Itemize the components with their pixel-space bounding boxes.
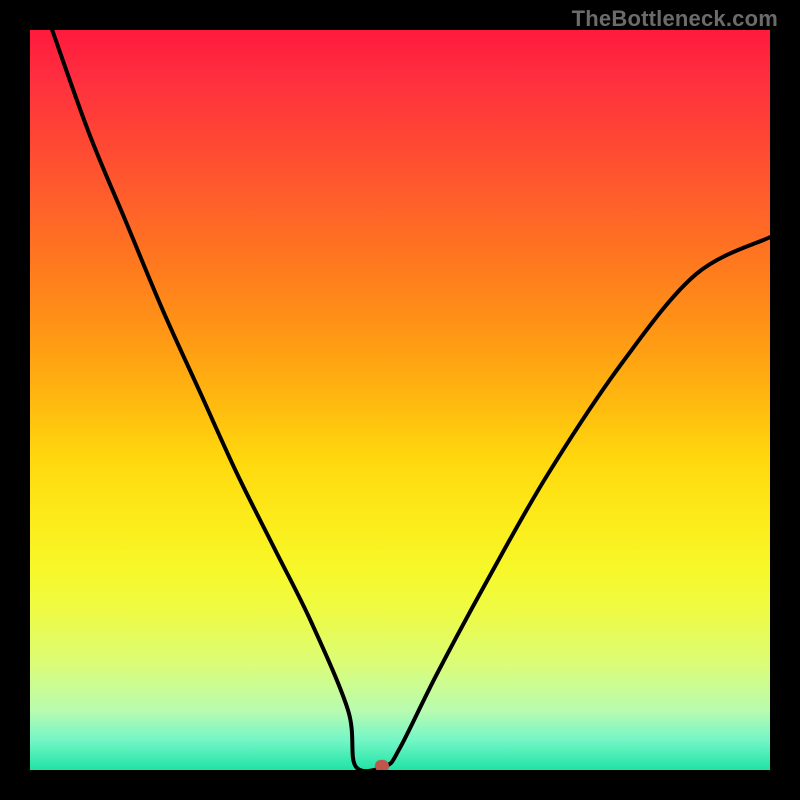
optimal-point-marker xyxy=(375,760,389,770)
chart-frame: TheBottleneck.com xyxy=(0,0,800,800)
plot-area xyxy=(30,30,770,770)
watermark-text: TheBottleneck.com xyxy=(572,6,778,32)
bottleneck-curve xyxy=(30,30,770,770)
